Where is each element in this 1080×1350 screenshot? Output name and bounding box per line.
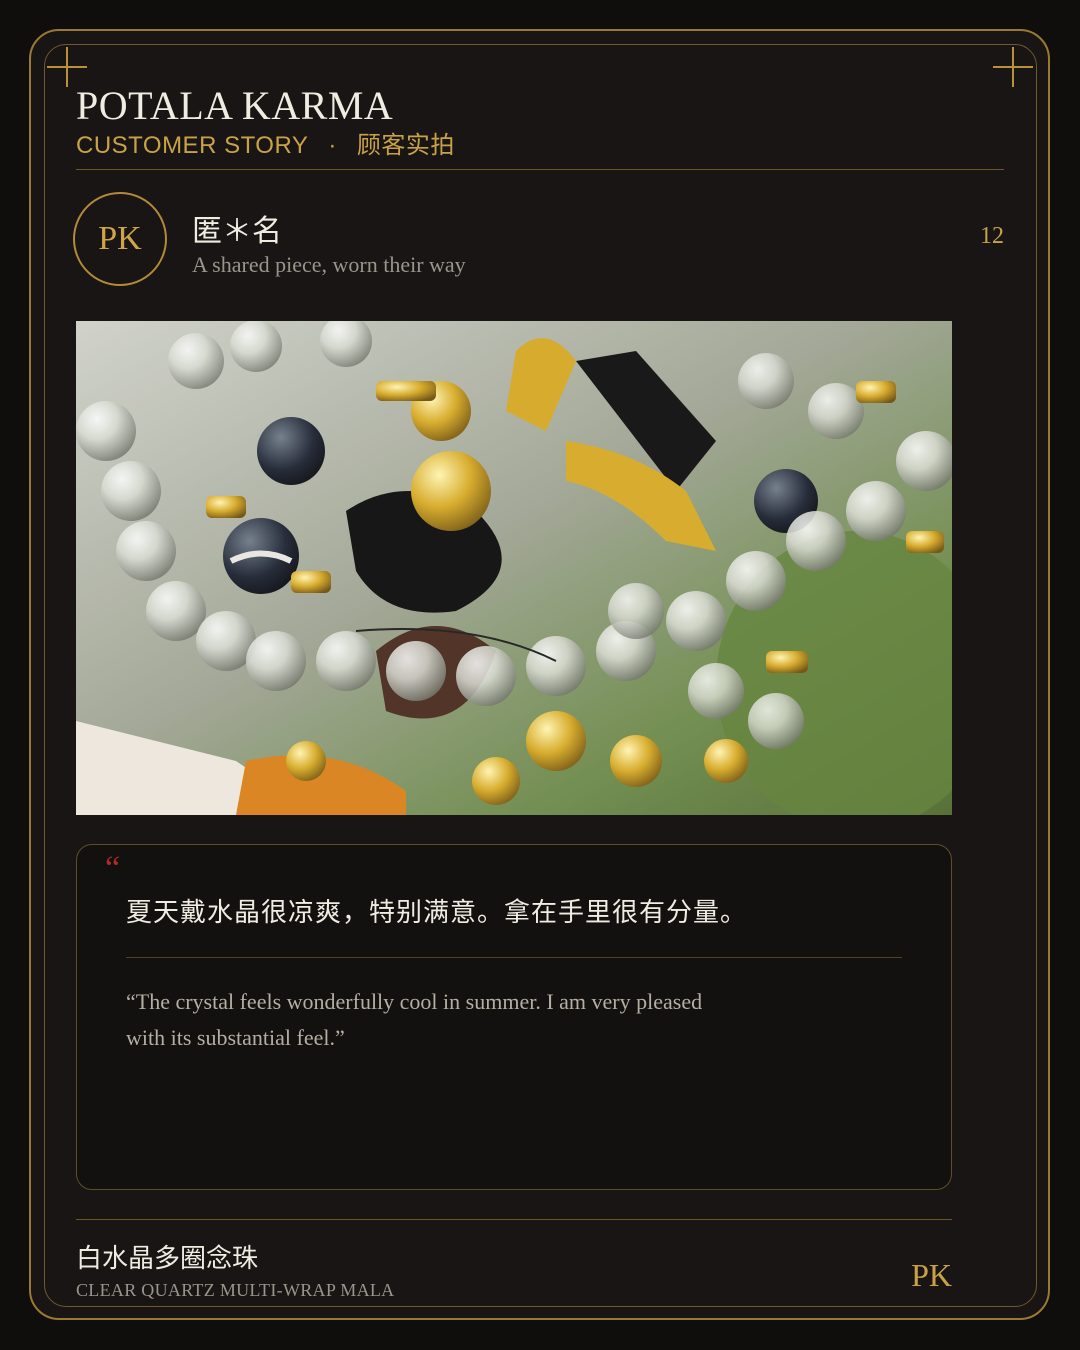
review-count: 12	[960, 223, 1004, 250]
product-name-zh: 白水晶多圈念珠	[76, 1238, 258, 1275]
quote-text-zh: 夏天戴水晶很凉爽，特别满意。拿在手里很有分量。	[126, 892, 747, 929]
corner-plus-icon	[47, 47, 87, 87]
quote-mark-icon: “	[105, 852, 120, 886]
customer-photo	[76, 321, 952, 815]
subtitle-en: CUSTOMER STORY	[76, 132, 308, 159]
reviewer-name: 匿＊名	[192, 206, 282, 250]
brand-title: POTALA KARMA	[76, 82, 393, 129]
brand-mark: PK	[900, 1257, 952, 1294]
product-name-en: CLEAR QUARTZ MULTI-WRAP MALA	[76, 1280, 394, 1301]
corner-plus-icon	[993, 47, 1033, 87]
header-divider	[76, 169, 1004, 170]
footer-divider	[76, 1219, 952, 1220]
quote-divider	[126, 957, 902, 958]
subtitle-zh: 顾客实拍	[357, 132, 455, 159]
section-subtitle: CUSTOMER STORY · 顾客实拍	[76, 125, 455, 160]
quote-text-en: “The crystal feels wonderfully cool in s…	[126, 984, 726, 1056]
customer-photo-image	[76, 321, 952, 815]
avatar: PK	[73, 192, 167, 286]
subtitle-separator: ·	[328, 132, 337, 159]
reviewer-tagline: A shared piece, worn their way	[192, 252, 466, 278]
